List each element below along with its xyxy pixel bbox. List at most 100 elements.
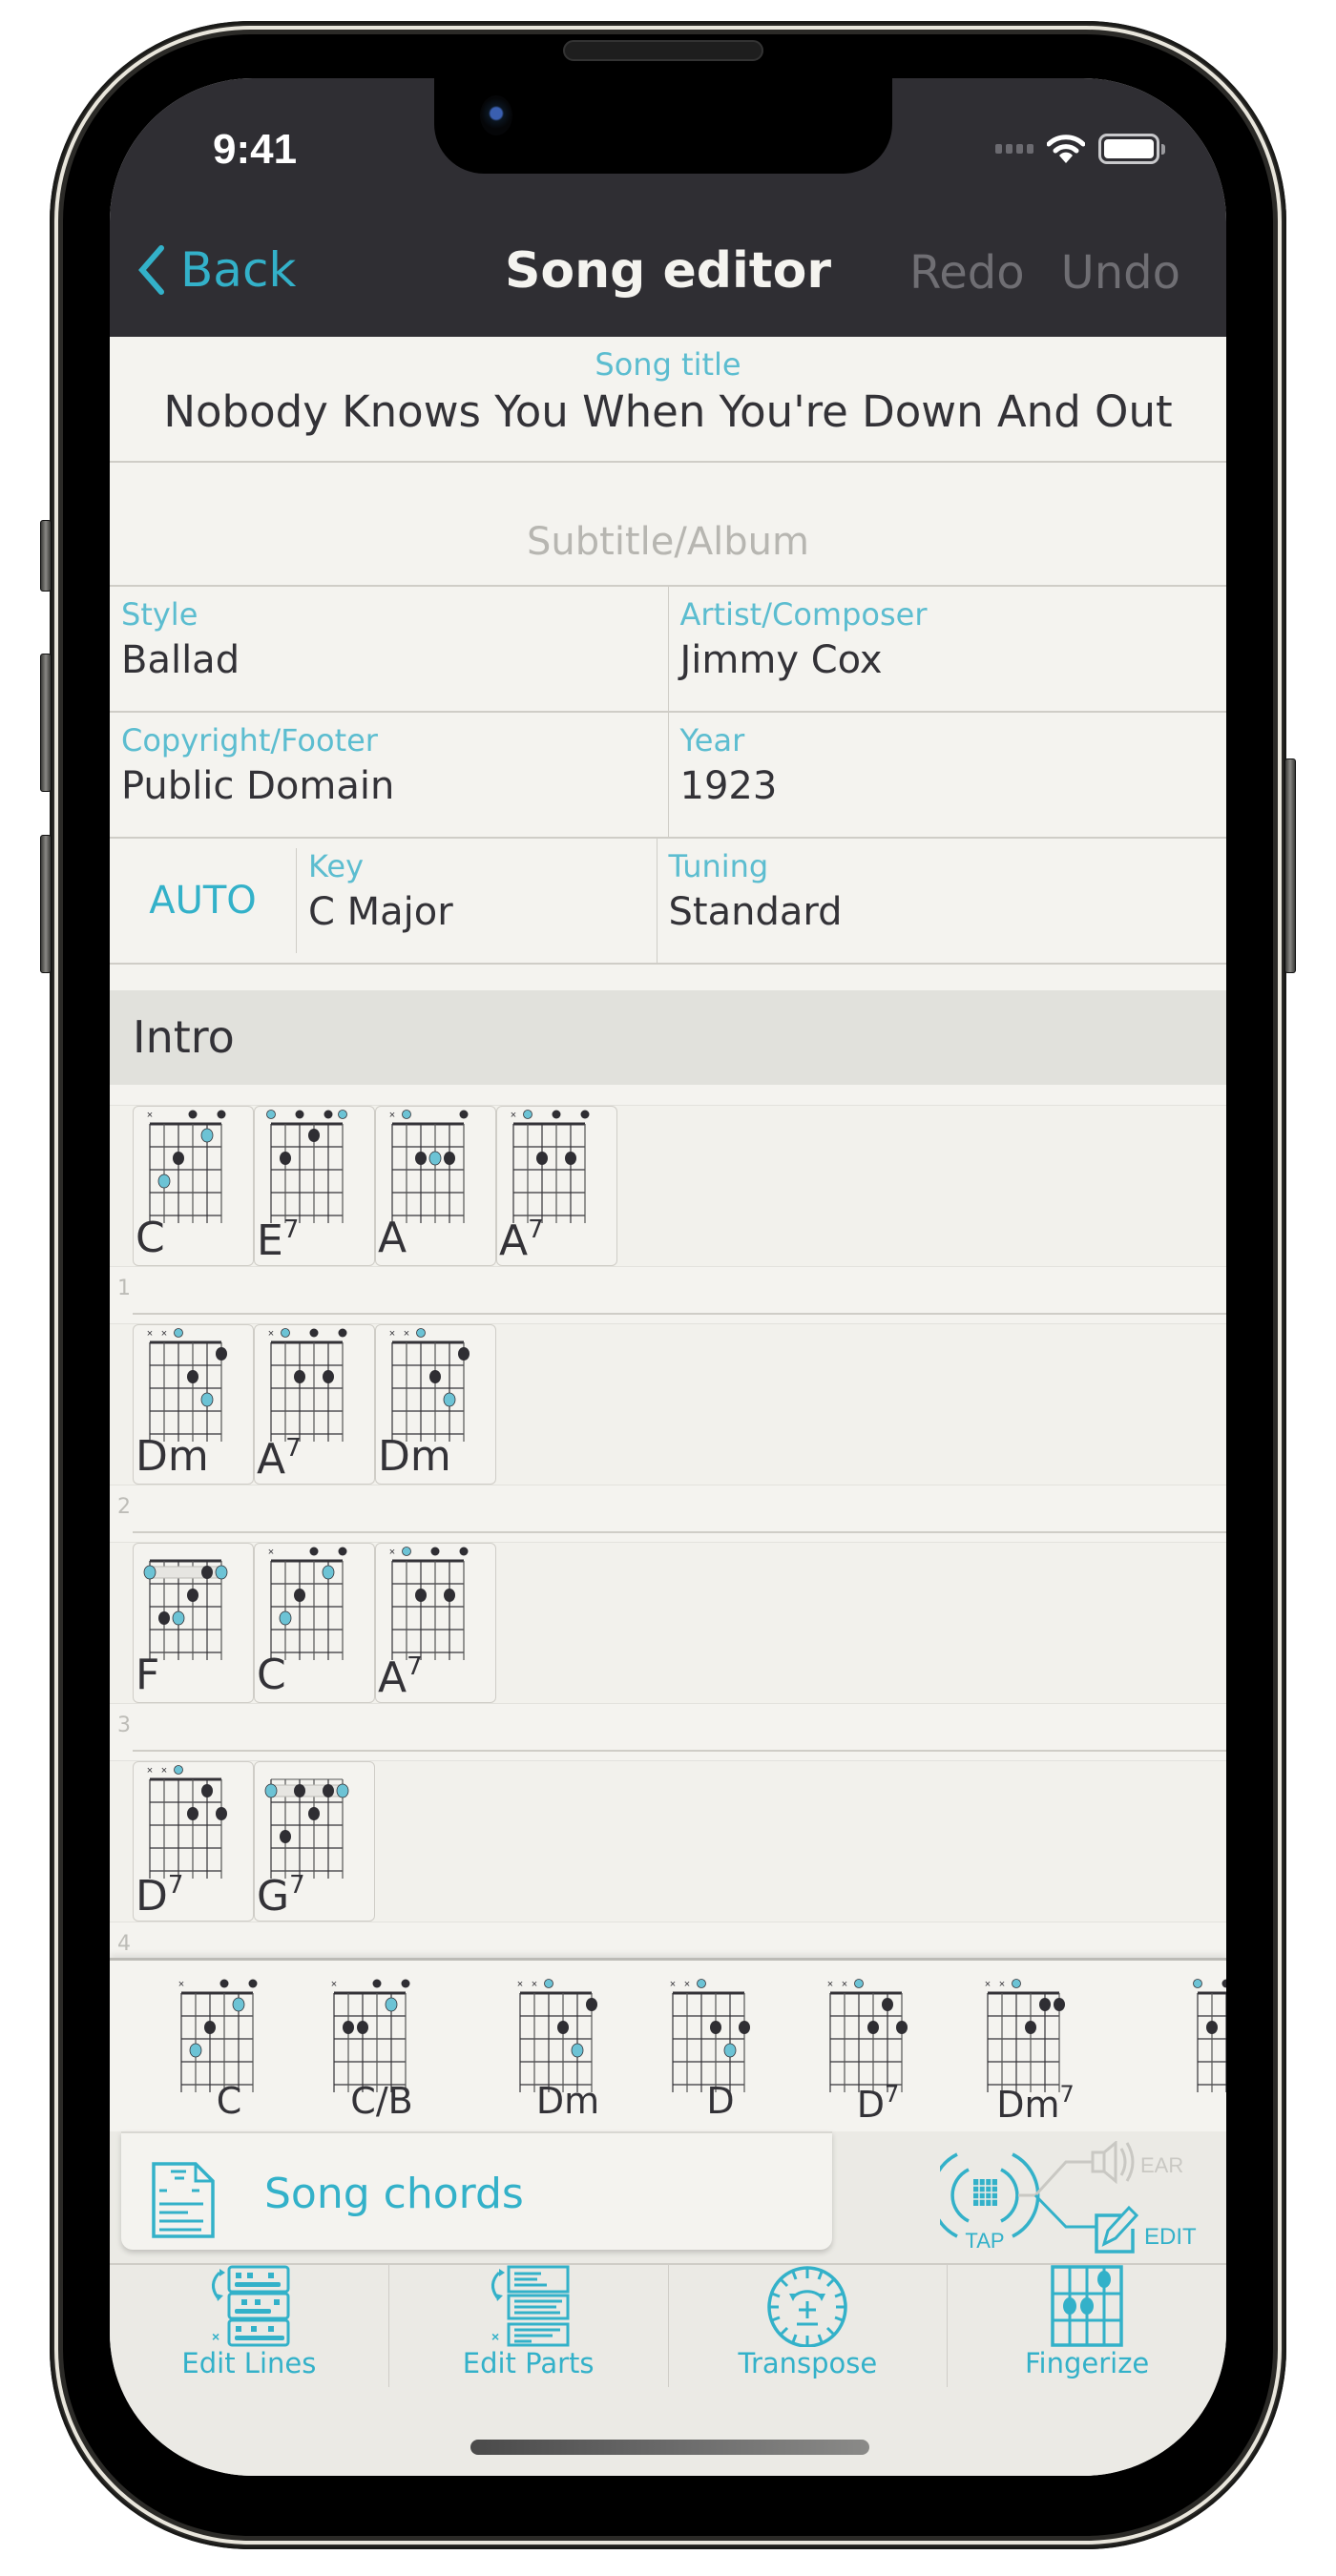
svg-text:×: ×	[491, 2329, 499, 2344]
edit-lines-button[interactable]: × Edit Lines	[110, 2265, 388, 2387]
open-string-marker	[174, 1765, 183, 1775]
tap-mode-widget[interactable]: TAP EAR EDIT	[940, 2141, 1217, 2255]
line-number: 3	[117, 1714, 131, 1737]
muted-string-marker: ×	[684, 1979, 690, 1990]
open-string-marker	[174, 1328, 183, 1338]
edit-pencil-icon[interactable]: EDIT	[1095, 2205, 1197, 2254]
tuning-field[interactable]: Tuning Standard	[656, 839, 1227, 963]
palette-chord[interactable]: 1234××Dm	[487, 1974, 630, 2134]
cellular-signal-icon	[995, 144, 1033, 154]
chord-card[interactable]: 1234××Dm	[375, 1324, 496, 1485]
battery-icon	[1098, 134, 1165, 164]
chord-card[interactable]: 1234E7	[254, 1106, 375, 1266]
muted-string-marker: ×	[268, 1328, 274, 1340]
line-divider	[133, 1531, 1226, 1533]
chord-line[interactable]: 1234F1234×C1234×A7	[110, 1542, 1226, 1704]
auto-key-button[interactable]: AUTO	[110, 848, 297, 953]
chord-card[interactable]: 1234F	[133, 1543, 254, 1703]
edit-parts-button[interactable]: × Edit Parts	[387, 2265, 668, 2387]
key-value[interactable]: C Major	[308, 890, 453, 934]
style-field[interactable]: Style Ballad	[110, 587, 668, 711]
copyright-field[interactable]: Copyright/Footer Public Domain	[110, 713, 668, 837]
palette-chord[interactable]: 1234×C	[148, 1974, 291, 2134]
song-title-field[interactable]: Song title Nobody Knows You When You're …	[110, 337, 1226, 463]
ear-label: EAR	[1140, 2153, 1183, 2177]
chord-name: G7	[257, 1873, 305, 1918]
tuning-value[interactable]: Standard	[669, 890, 1216, 934]
chord-card[interactable]: 1234×A7	[496, 1106, 617, 1266]
chord-card[interactable]: 1234×A7	[375, 1543, 496, 1703]
finger-dot	[882, 1998, 893, 2011]
open-string-marker	[217, 1110, 226, 1119]
screen: 9:41 Back Song editor Redo Undo Song tit…	[110, 78, 1226, 2476]
song-title-value[interactable]: Nobody Knows You When You're Down And Ou…	[110, 386, 1226, 437]
open-string-marker	[248, 1979, 258, 1988]
line-divider	[133, 1313, 1226, 1315]
finger-dot	[323, 1370, 334, 1383]
subtitle-field[interactable]: Subtitle/Album	[110, 463, 1226, 587]
palette-chord[interactable]: 1234××Dm7	[954, 1974, 1097, 2134]
fingerize-button[interactable]: Fingerize	[947, 2265, 1226, 2387]
chord-card[interactable]: 1234×A	[375, 1106, 496, 1266]
undo-button[interactable]: Undo	[1061, 246, 1180, 300]
chord-card[interactable]: 1234×A7	[254, 1324, 375, 1485]
chord-card[interactable]: 3456G7	[254, 1761, 375, 1922]
chord-name: C	[148, 2083, 310, 2119]
muted-string-marker: ×	[670, 1979, 676, 1990]
palette-chord[interactable]: 1234E7	[1164, 1974, 1226, 2134]
muted-string-marker: ×	[999, 1979, 1005, 1990]
chord-root-label: D	[856, 2084, 885, 2126]
open-string-marker	[309, 1547, 319, 1556]
tap-label: TAP	[965, 2229, 1004, 2253]
volume-up-button	[40, 654, 52, 792]
finger-dot	[308, 1807, 320, 1820]
key-field[interactable]: Key C Major	[297, 839, 465, 963]
year-value[interactable]: 1923	[680, 764, 1216, 808]
finger-dot	[158, 1611, 170, 1625]
chord-root-label: A	[378, 1653, 407, 1702]
subtitle-placeholder[interactable]: Subtitle/Album	[527, 520, 809, 564]
transpose-button[interactable]: Transpose	[667, 2265, 948, 2387]
copyright-label: Copyright/Footer	[121, 722, 378, 758]
chord-name: Dm	[378, 1436, 451, 1478]
chord-palette[interactable]: 1234×C1234×C/B1234××Dm1234××D1234××D7123…	[110, 1958, 1226, 2131]
muted-string-marker: ×	[161, 1328, 167, 1340]
year-field[interactable]: Year 1923	[667, 713, 1227, 837]
muted-string-marker: ×	[147, 1328, 153, 1340]
chord-card[interactable]: 1234××Dm	[133, 1324, 254, 1485]
finger-dot	[216, 1807, 227, 1820]
chord-card[interactable]: 1234×C	[254, 1543, 375, 1703]
chord-name: A7	[378, 1654, 423, 1699]
artist-field[interactable]: Artist/Composer Jimmy Cox	[667, 587, 1227, 711]
open-string-marker	[459, 1547, 469, 1556]
status-icons	[995, 134, 1165, 164]
mute-switch	[40, 520, 52, 592]
copyright-value[interactable]: Public Domain	[121, 764, 657, 808]
bottom-panel: Song chords TAP EAR EDIT × Edit Lines × …	[110, 2131, 1226, 2476]
chord-root-label: G	[257, 1872, 290, 1921]
muted-string-marker: ×	[268, 1547, 274, 1558]
home-indicator[interactable]	[470, 2440, 869, 2455]
section-header[interactable]: Intro	[110, 990, 1226, 1085]
artist-value[interactable]: Jimmy Cox	[680, 638, 1216, 682]
song-chords-button[interactable]: Song chords	[121, 2131, 832, 2250]
ear-speaker-icon[interactable]: EAR	[1091, 2141, 1183, 2185]
root-note-dot	[723, 2043, 737, 2058]
muted-string-marker: ×	[389, 1110, 395, 1121]
palette-chord[interactable]: 1234×C/B	[301, 1974, 444, 2134]
finger-dot	[343, 2021, 354, 2034]
palette-chord[interactable]: 1234××D	[639, 1974, 783, 2134]
chord-extension-label: 7	[1059, 2081, 1075, 2108]
chord-extension-label: 7	[285, 1434, 302, 1463]
wifi-icon	[1047, 135, 1085, 163]
chord-card[interactable]: 1234×C	[133, 1106, 254, 1266]
root-note-dot	[215, 1565, 228, 1580]
chord-card[interactable]: 1234××D7	[133, 1761, 254, 1922]
redo-button[interactable]: Redo	[909, 246, 1025, 300]
palette-chord[interactable]: 1234××D7	[797, 1974, 940, 2134]
chord-line[interactable]: 1234××D73456G7	[110, 1760, 1226, 1922]
chord-line[interactable]: 1234×C1234E71234×A1234×A7	[110, 1105, 1226, 1267]
chord-line[interactable]: 1234××Dm1234×A71234××Dm	[110, 1323, 1226, 1485]
style-value[interactable]: Ballad	[121, 638, 657, 682]
tap-icon[interactable]: TAP	[940, 2152, 1040, 2253]
